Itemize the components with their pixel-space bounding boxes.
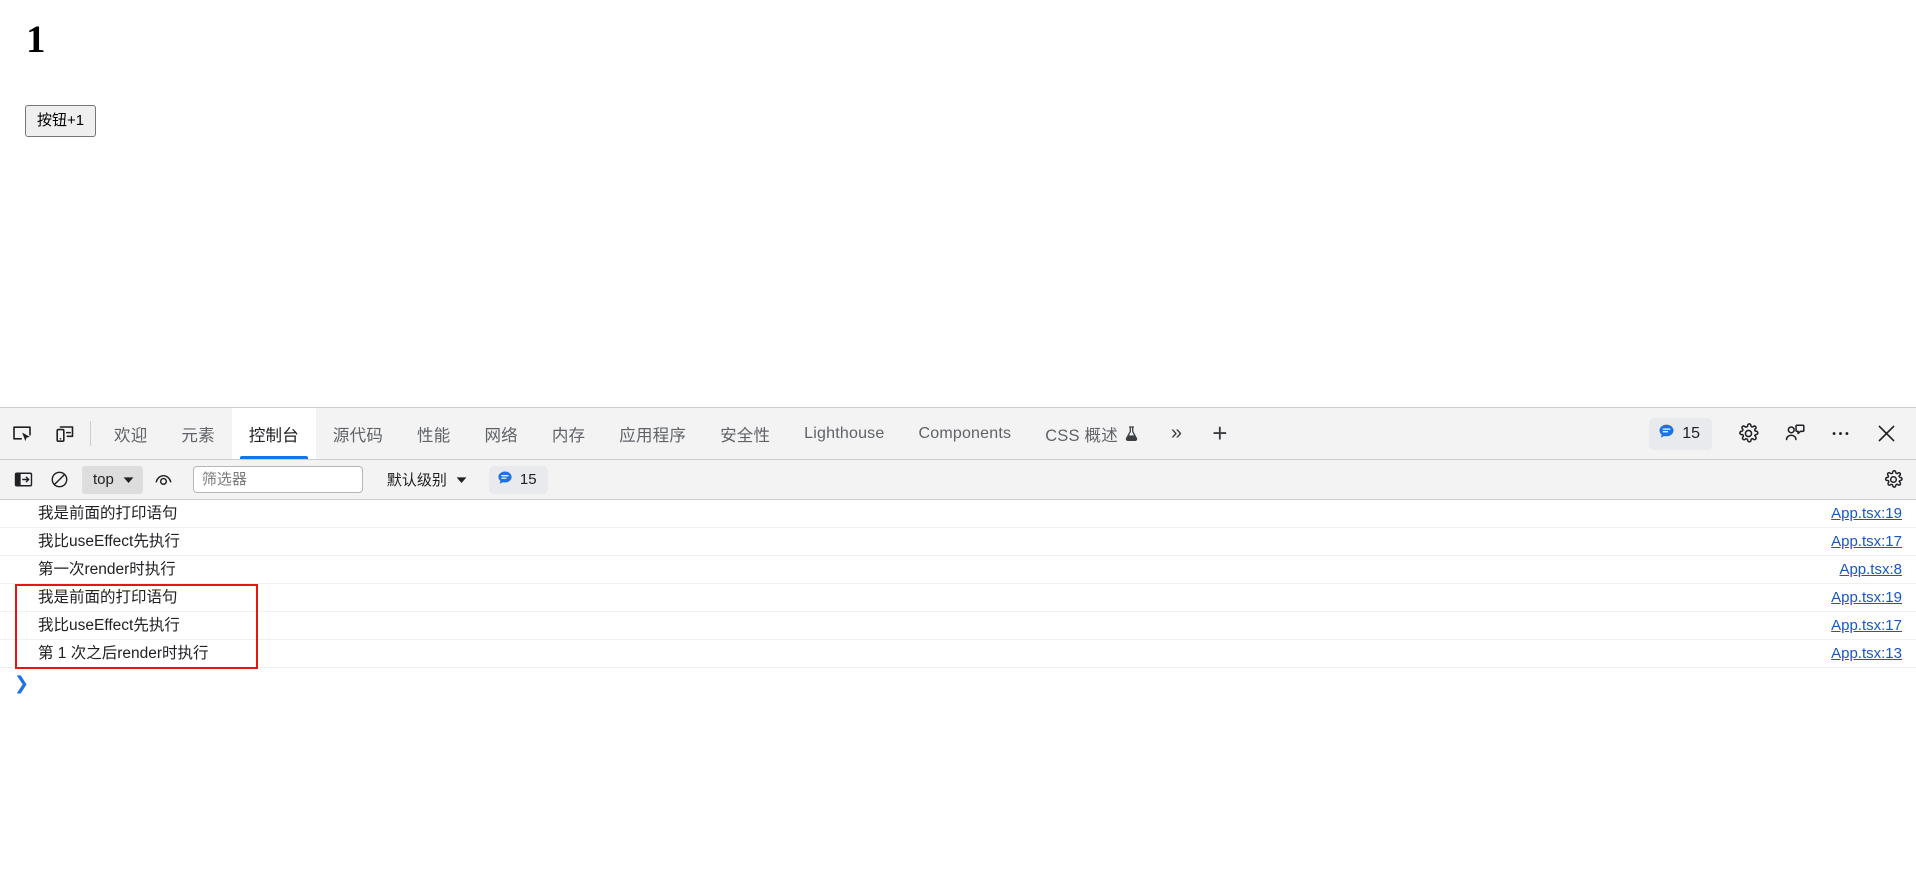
chevron-down-icon [123,471,134,488]
console-message-list[interactable]: 我是前面的打印语句 App.tsx:19 我比useEffect先执行 App.tsx… [0,500,1916,882]
console-message-row[interactable]: 第一次render时执行 App.tsx:8 [0,556,1916,584]
tab-源代码[interactable]: 源代码 [316,408,400,459]
tab-label: 源代码 [332,426,384,445]
console-message-row[interactable]: 我是前面的打印语句 App.tsx:19 [0,500,1916,528]
message-count-badge[interactable]: 15 [1649,417,1712,450]
message-count: 15 [1682,424,1700,442]
console-message-row[interactable]: 我是前面的打印语句 App.tsx:19 [0,584,1916,612]
devtools-panel: 欢迎 元素 控制台 源代码 性能 网络 内存 应用程序 安全性 Lighthouse Compone… [0,407,1916,882]
console-message-count: 15 [519,471,537,488]
tab-性能[interactable]: 性能 [400,408,467,459]
console-toolbar: top 默认级别 15 [0,460,1916,500]
console-settings-gear-icon[interactable] [1876,465,1910,495]
console-source-link[interactable]: App.tsx:19 [1831,584,1902,612]
counter-heading: 1 [26,18,45,61]
page-viewport: 1 按钮+1 [0,0,1916,407]
tab-label: 欢迎 [114,426,148,445]
tabstrip-divider [90,421,91,446]
console-message-text: 我比useEffect先执行 [38,616,180,634]
console-sidebar-icon[interactable] [8,466,38,494]
tabstrip-right-actions: 15 [1649,408,1916,459]
tab-控制台[interactable]: 控制台 [231,408,316,459]
device-toolbar-icon[interactable] [43,408,86,459]
inspect-element-icon[interactable] [0,408,43,459]
increment-button[interactable]: 按钮+1 [25,105,97,137]
tab-label: 元素 [181,426,215,445]
tab-内存[interactable]: 内存 [535,408,602,459]
tab-label: 应用程序 [619,426,687,445]
console-source-link[interactable]: App.tsx:8 [1839,556,1902,584]
add-tab-button[interactable]: + [1198,408,1241,459]
execution-context-label: top [93,471,114,488]
tab-lighthouse[interactable]: Lighthouse [787,408,901,459]
log-level-selector[interactable]: 默认级别 [381,466,473,494]
chevron-down-icon [456,471,467,488]
tab-元素[interactable]: 元素 [164,408,231,459]
log-level-label: 默认级别 [386,472,447,489]
console-message-text: 第 1 次之后render时执行 [38,644,209,662]
feedback-icon[interactable] [1772,414,1816,454]
tab-label: 网络 [484,426,518,445]
console-source-link[interactable]: App.tsx:17 [1831,528,1902,556]
execution-context-selector[interactable]: top [82,465,143,494]
tab-label: Components [918,424,1012,442]
console-message-text: 我是前面的打印语句 [38,588,178,606]
console-source-link[interactable]: App.tsx:17 [1831,612,1902,640]
console-prompt[interactable]: ❯ [0,668,1916,698]
speech-bubble-icon [497,470,513,490]
live-expression-icon[interactable] [149,466,179,494]
tab-label: 内存 [551,426,586,445]
tab-label: 控制台 [248,426,299,445]
console-message-text: 我是前面的打印语句 [38,504,178,522]
more-options-icon[interactable] [1818,414,1862,454]
speech-bubble-icon [1658,423,1675,445]
add-tab-label: + [1212,418,1228,448]
console-message-row[interactable]: 第 1 次之后render时执行 App.tsx:13 [0,640,1916,668]
devtools-tabstrip: 欢迎 元素 控制台 源代码 性能 网络 内存 应用程序 安全性 Lighthouse Compone… [0,408,1916,460]
console-source-link[interactable]: App.tsx:13 [1831,640,1902,668]
console-message-row[interactable]: 我比useEffect先执行 App.tsx:17 [0,612,1916,640]
tab-应用程序[interactable]: 应用程序 [602,408,703,459]
tab-安全性[interactable]: 安全性 [703,408,787,459]
tab-components[interactable]: Components [901,408,1028,459]
console-source-link[interactable]: App.tsx:19 [1831,500,1902,528]
tab-网络[interactable]: 网络 [467,408,534,459]
tab-css-概述[interactable]: CSS 概述 [1028,408,1155,459]
devtools-tab-list: 欢迎 元素 控制台 源代码 性能 网络 内存 应用程序 安全性 Lighthouse Compone… [97,408,1155,459]
tab-label: 安全性 [720,426,771,445]
console-filter-input[interactable] [192,466,363,493]
close-icon[interactable] [1864,414,1908,454]
tab-label: CSS 概述 [1045,426,1118,445]
console-message-count-badge[interactable]: 15 [488,465,548,494]
console-message-text: 我比useEffect先执行 [38,532,180,550]
tab-欢迎[interactable]: 欢迎 [97,408,164,459]
gear-icon[interactable] [1726,414,1770,454]
tab-label: Lighthouse [804,424,885,442]
experiment-flask-icon [1125,426,1138,441]
tab-label: 性能 [417,426,451,445]
more-tabs-label: » [1170,422,1183,444]
console-message-text: 第一次render时执行 [38,560,176,578]
clear-console-icon[interactable] [44,466,74,494]
prompt-caret-icon: ❯ [14,672,30,693]
console-message-row[interactable]: 我比useEffect先执行 App.tsx:17 [0,528,1916,556]
more-tabs-button[interactable]: » [1155,408,1198,459]
